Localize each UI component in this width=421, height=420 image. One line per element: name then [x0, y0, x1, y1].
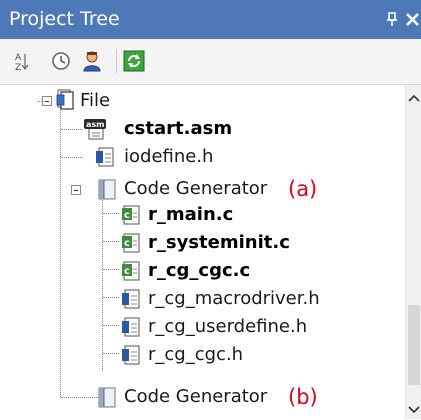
c-file-icon: c: [120, 231, 142, 255]
header-file-icon: [120, 315, 142, 339]
annotation-a: (a): [288, 177, 318, 201]
panel-title: Project Tree: [9, 8, 120, 30]
tree-item-label: File: [80, 90, 111, 111]
tree-item-label: iodefine.h: [124, 146, 214, 167]
svg-text:c: c: [124, 210, 130, 221]
tree-item-label: r_cg_macrodriver.h: [148, 288, 320, 309]
toolbar: A Z: [0, 39, 421, 85]
tree-item-label: r_cg_userdefine.h: [148, 316, 308, 337]
tree-item-label: r_main.c: [148, 204, 234, 225]
tree-item-code-generator-2[interactable]: Code Generator (b): [0, 383, 405, 411]
user-icon[interactable]: [81, 50, 103, 72]
svg-text:Z: Z: [15, 63, 21, 72]
svg-text:c: c: [124, 238, 130, 249]
tree-item-r-main-c[interactable]: c r_main.c: [0, 201, 405, 229]
tree-item-r-cg-cgc-c[interactable]: c r_cg_cgc.c: [0, 257, 405, 285]
c-file-icon: c: [120, 203, 142, 227]
book-icon: [96, 385, 118, 409]
header-file-icon: [94, 145, 116, 169]
pin-icon[interactable]: [385, 10, 399, 28]
tree-item-r-systeminit-c[interactable]: c r_systeminit.c: [0, 229, 405, 257]
chevron-down-icon[interactable]: [407, 401, 421, 414]
collapse-icon[interactable]: [42, 96, 52, 106]
sort-icon[interactable]: A Z: [12, 50, 34, 73]
panel-titlebar: Project Tree: [0, 0, 421, 39]
tree-item-code-generator[interactable]: Code Generator (a): [0, 175, 405, 203]
chevron-up-icon[interactable]: [407, 89, 421, 102]
close-icon[interactable]: [404, 8, 421, 30]
tree-item-r-cg-macrodriver-h[interactable]: r_cg_macrodriver.h: [0, 285, 405, 313]
header-file-icon: [120, 343, 142, 367]
book-icon: [96, 177, 118, 201]
header-file-icon: [120, 287, 142, 311]
svg-text:c: c: [124, 266, 130, 277]
tree-item-label: r_systeminit.c: [148, 232, 290, 253]
toolbar-separator: [116, 49, 117, 73]
svg-text:asm: asm: [86, 120, 105, 129]
refresh-icon[interactable]: [123, 50, 145, 72]
tree-item-r-cg-userdefine-h[interactable]: r_cg_userdefine.h: [0, 313, 405, 341]
annotation-b: (b): [288, 385, 318, 409]
vertical-scrollbar[interactable]: [405, 85, 421, 419]
tree-item-iodefine-h[interactable]: iodefine.h: [0, 143, 405, 171]
svg-text:A: A: [15, 53, 22, 63]
tree-item-r-cg-cgc-h[interactable]: r_cg_cgc.h: [0, 341, 405, 369]
scrollbar-thumb[interactable]: [408, 305, 420, 385]
tree-item-label: Code Generator: [124, 178, 268, 199]
c-file-icon: c: [120, 259, 142, 283]
collapse-icon[interactable]: [71, 185, 81, 195]
folder-icon: [55, 87, 77, 111]
tree-item-label: r_cg_cgc.h: [148, 344, 244, 365]
project-tree: File asm cstart.asm iodefine.h Code Gene…: [0, 85, 405, 419]
clock-icon[interactable]: [50, 50, 72, 72]
tree-item-file[interactable]: File: [0, 87, 405, 115]
tree-item-label: r_cg_cgc.c: [148, 260, 251, 281]
tree-item-label: cstart.asm: [124, 118, 233, 139]
asm-file-icon: asm: [83, 117, 106, 141]
tree-item-cstart-asm[interactable]: asm cstart.asm: [0, 115, 405, 143]
tree-item-label: Code Generator: [124, 386, 268, 407]
